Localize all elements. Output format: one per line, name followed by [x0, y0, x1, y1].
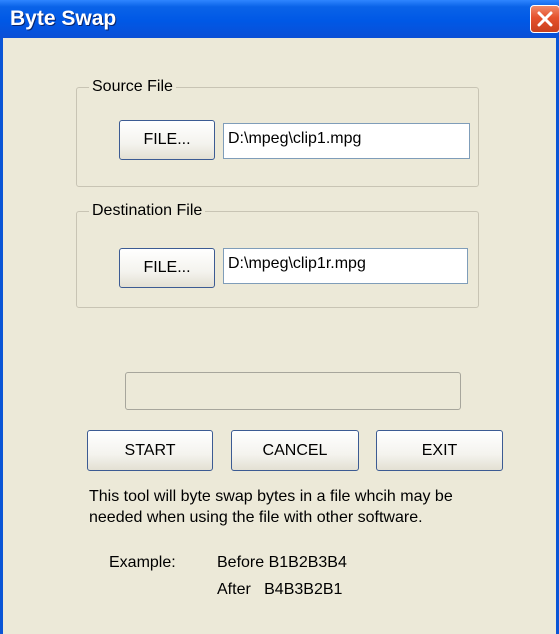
example-before: Before B1B2B3B4 [217, 554, 347, 571]
source-file-group-label: Source File [89, 77, 176, 97]
example-after: After B4B3B2B1 [217, 581, 343, 598]
window-title: Byte Swap [10, 7, 117, 30]
byte-swap-window: Byte Swap Source File FILE... D:\mpeg\cl… [0, 0, 559, 634]
exit-button[interactable]: EXIT [376, 430, 503, 471]
title-bar[interactable]: Byte Swap [0, 0, 559, 38]
start-button[interactable]: START [87, 430, 213, 471]
source-path-input[interactable]: D:\mpeg\clip1.mpg [223, 123, 470, 159]
info-line-1: This tool will byte swap bytes in a file… [89, 488, 453, 505]
close-icon [537, 11, 553, 27]
info-line-2: needed when using the file with other so… [89, 509, 423, 526]
close-button[interactable] [530, 5, 559, 33]
cancel-button[interactable]: CANCEL [231, 430, 359, 471]
destination-path-input[interactable]: D:\mpeg\clip1r.mpg [223, 248, 468, 284]
destination-file-group-label: Destination File [89, 201, 206, 221]
progress-bar [125, 372, 461, 410]
example-label: Example: [109, 554, 176, 571]
destination-file-button[interactable]: FILE... [119, 248, 215, 288]
source-file-button[interactable]: FILE... [119, 120, 215, 160]
